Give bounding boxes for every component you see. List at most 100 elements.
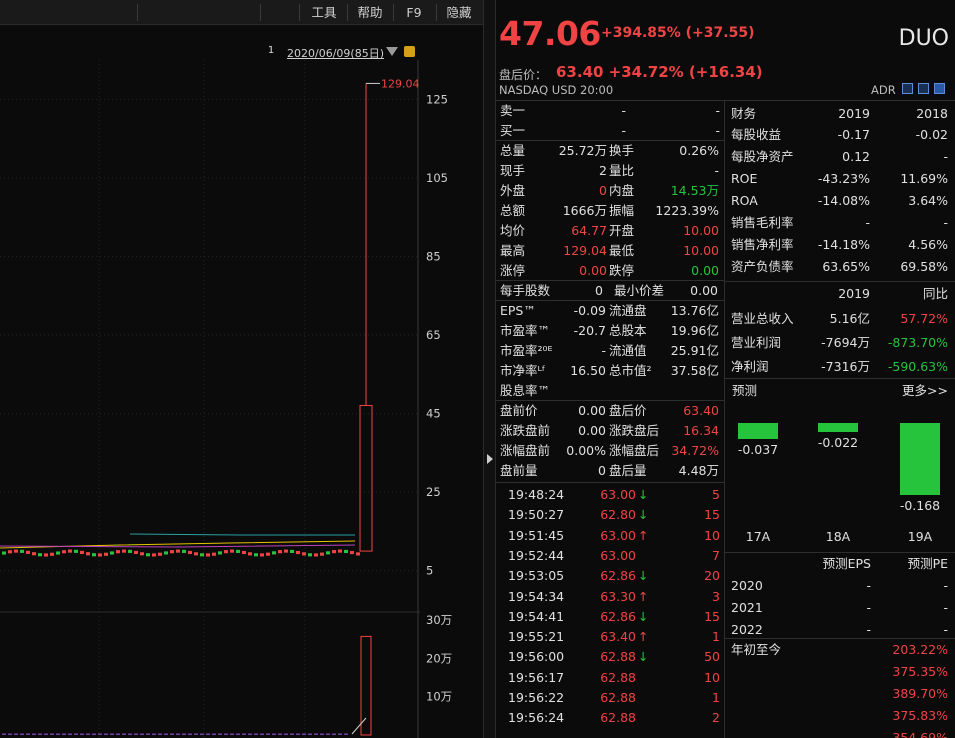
volume-bar [200,733,204,735]
tick-volume: 15 [704,608,720,624]
down-arrow-icon: ↓ [638,568,649,584]
extended-value: 16.34 [683,423,719,438]
stat-label: 均价 [500,223,526,238]
price-axis-label: 125 [426,92,448,106]
pane-splitter[interactable] [483,0,496,738]
candle [194,552,198,556]
volume-bar [326,733,330,735]
volume-bar [360,635,372,736]
tick-price: 63.00 [600,527,636,543]
volume-bar [38,733,42,735]
finance-value: 4.56% [908,237,948,252]
performance-value: 375.35% [892,664,948,679]
stat-value: 10.00 [683,223,719,238]
candle [284,549,288,553]
volume-bar [206,733,210,735]
tick-price: 63.30 [600,588,636,604]
finance-value: -14.08% [817,193,870,208]
volume-axis-label: 30万 [426,613,452,627]
volume-bar [110,733,114,735]
after-hours-price: 63.40 +34.72% (+16.34) [556,63,763,81]
candle [74,549,78,553]
volume-bar [62,733,66,735]
volume-bar [182,733,186,735]
finance-value: - [943,149,948,164]
volume-bar [56,733,60,735]
orderbook-label: 卖一 [500,103,526,118]
volume-bar [134,733,138,735]
up-arrow-icon: ↑ [638,527,649,543]
orderbook-label: 买一 [500,123,526,138]
volume-bar [284,733,288,735]
stat-label: 现手 [500,163,526,178]
candle [224,550,228,554]
forecast-eps: - [866,600,871,615]
performance-value: 389.70% [892,686,948,701]
divider [725,378,955,379]
volume-bar [80,733,84,735]
forecast-more-link[interactable]: 更多>> [876,381,948,401]
up-arrow-icon: ↑ [638,588,649,604]
candle [116,550,120,554]
down-arrow-icon: ↓ [638,649,649,665]
forecast-pe: - [943,622,948,637]
alert-icon[interactable] [918,83,929,94]
candle [206,553,210,557]
performance-value: 203.22% [892,642,948,657]
price-axis-label: 85 [426,249,441,263]
finance-year: 2019 [838,106,870,121]
kline-chart-pane[interactable]: 工具 帮助 F9 隐藏 1 2020/06/09(85日) 129.04 125… [0,0,483,738]
volume-bar [212,733,216,735]
forecast-eps-header: 预测EPS [822,556,871,571]
no-arrow [638,688,648,708]
forecast-bar [818,423,858,433]
candle [140,552,144,556]
candle [152,553,156,557]
volume-bar [116,733,120,735]
candle [212,552,216,556]
volume-bar [344,733,348,735]
stat-value: 129.04 [563,243,607,258]
tick-time: 19:52:44 [508,547,565,563]
volume-axis-label: 20万 [426,651,452,665]
valuation-value: 13.76亿 [670,303,719,318]
up-arrow-icon: ↑ [638,629,649,645]
forecast-eps: - [866,578,871,593]
candle [260,553,264,557]
price-change: +394.85% (+37.55) [601,25,755,41]
tick-price: 63.00 [600,487,636,502]
volume-bar [260,733,264,735]
candle [122,549,126,553]
price-axis-label: 5 [426,564,433,578]
volume-bar [248,733,252,735]
performance-label [731,728,811,738]
valuation-value: 19.96亿 [670,323,719,338]
candle [200,553,204,557]
candle [326,551,330,555]
candle [314,553,318,557]
add-icon[interactable] [934,83,945,94]
volume-bar [2,733,6,735]
candle [350,550,354,555]
candle [56,551,60,555]
down-arrow-icon: ↓ [638,608,649,624]
volume-bar [14,733,18,735]
candle [146,553,150,557]
candle [230,549,234,553]
stat-value: 1223.39% [655,203,719,218]
tick-volume: 1 [712,690,720,705]
candle [50,552,54,556]
price-axis-label: 25 [426,485,441,499]
volume-bar [74,733,78,735]
tick-price: 62.88 [600,690,636,705]
collapse-arrow-icon[interactable] [487,454,493,464]
stat-value: - [714,163,719,178]
volume-bar [26,733,30,735]
tick-time: 19:56:24 [508,710,565,726]
candle [242,550,246,555]
volume-bar [236,733,240,735]
edit-icon[interactable] [902,83,913,94]
volume-bar [140,733,144,735]
tick-price: 62.86 [600,608,636,624]
forecast-pe: - [943,600,948,615]
